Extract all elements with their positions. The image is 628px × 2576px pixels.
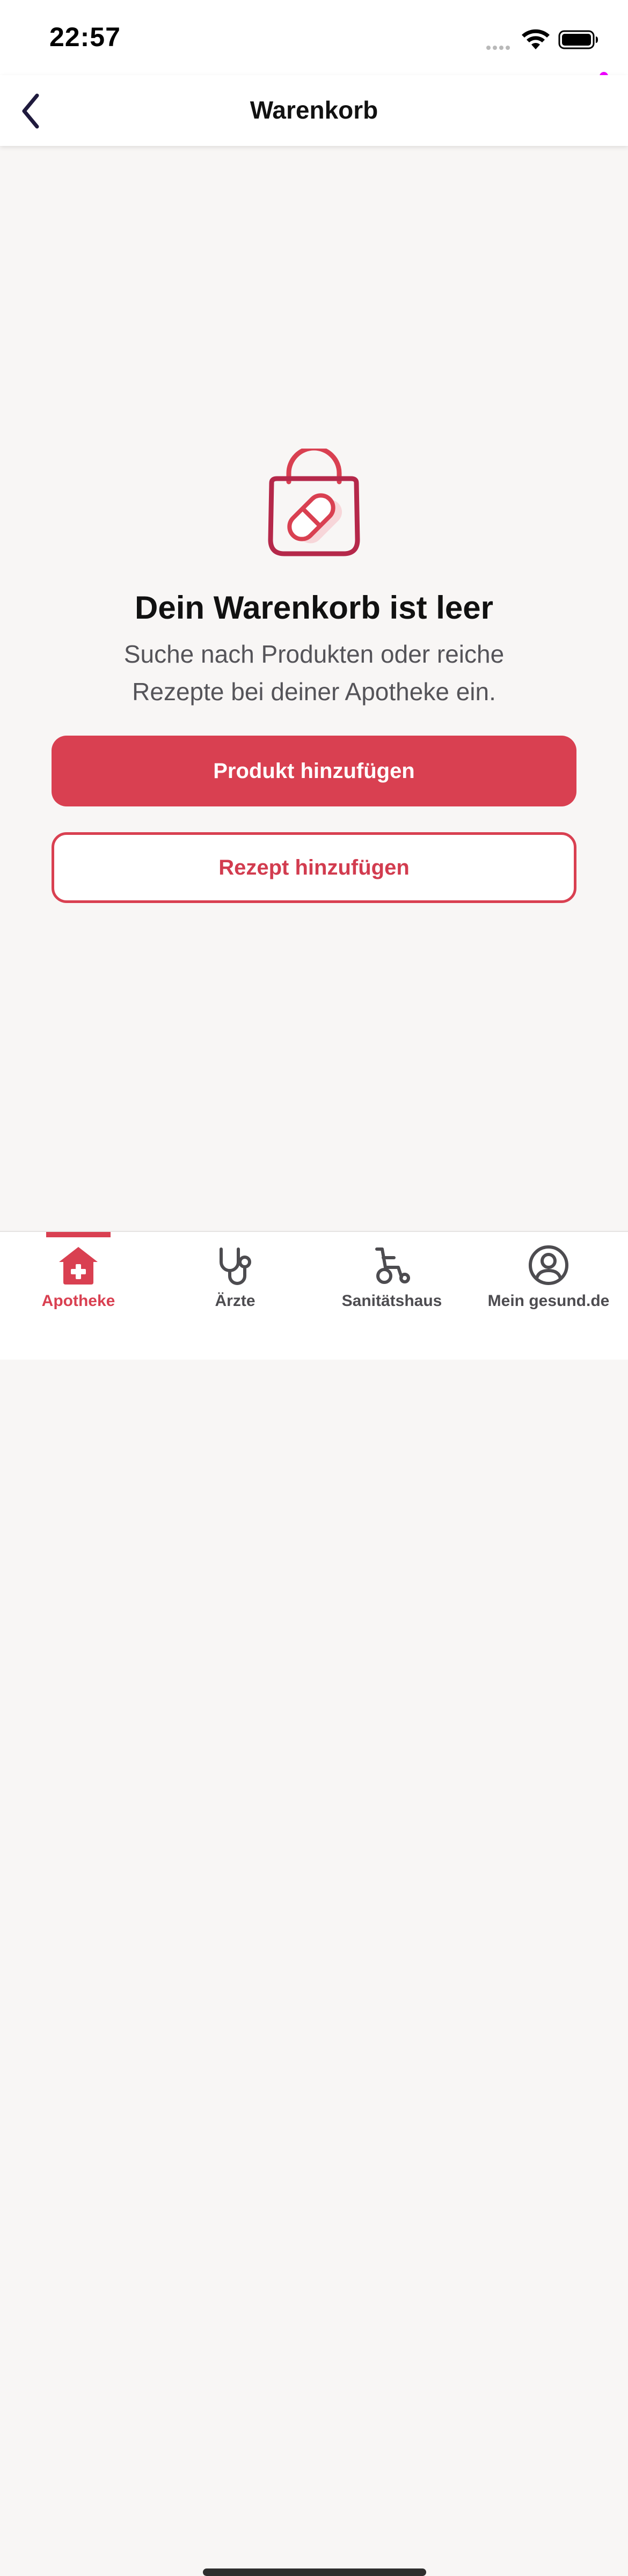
empty-state-title: Dein Warenkorb ist leer <box>135 590 493 626</box>
shopping-bag-pill-icon <box>268 449 360 556</box>
pharmacy-house-icon <box>59 1247 98 1285</box>
empty-state-subtitle: Suche nach Produkten oder reiche Rezepte… <box>123 640 505 706</box>
home-indicator[interactable] <box>203 2568 426 2576</box>
page-title: Warenkorb <box>250 96 378 124</box>
wifi-icon <box>522 29 550 49</box>
wheelchair-icon <box>375 1247 410 1284</box>
tab-label-sanitaetshaus: Sanitätshaus <box>341 1292 442 1310</box>
tab-aerzte[interactable]: Ärzte <box>157 1232 313 1318</box>
add-product-button[interactable]: Produkt hinzufügen <box>52 736 576 806</box>
user-circle-icon <box>529 1245 568 1285</box>
stethoscope-icon <box>220 1247 251 1285</box>
tab-label-apotheke: Apotheke <box>41 1292 115 1310</box>
battery-icon <box>558 30 598 49</box>
navigation-bar: Warenkorb <box>0 75 628 146</box>
tab-apotheke[interactable]: Apotheke <box>0 1232 157 1318</box>
tab-bar: Apotheke Ärzte Sanitätshaus Mein gesund.… <box>0 1231 628 2576</box>
tab-label-mein-gesund: Mein gesund.de <box>487 1292 610 1310</box>
status-time: 22:57 <box>49 22 121 52</box>
tab-mein-gesund[interactable]: Mein gesund.de <box>470 1232 627 1318</box>
tab-sanitaetshaus[interactable]: Sanitätshaus <box>313 1232 470 1318</box>
add-prescription-button[interactable]: Rezept hinzufügen <box>52 832 576 903</box>
cellular-signal-icon <box>486 43 512 53</box>
status-bar: 22:57 <box>0 0 628 80</box>
tab-label-aerzte: Ärzte <box>215 1292 255 1310</box>
